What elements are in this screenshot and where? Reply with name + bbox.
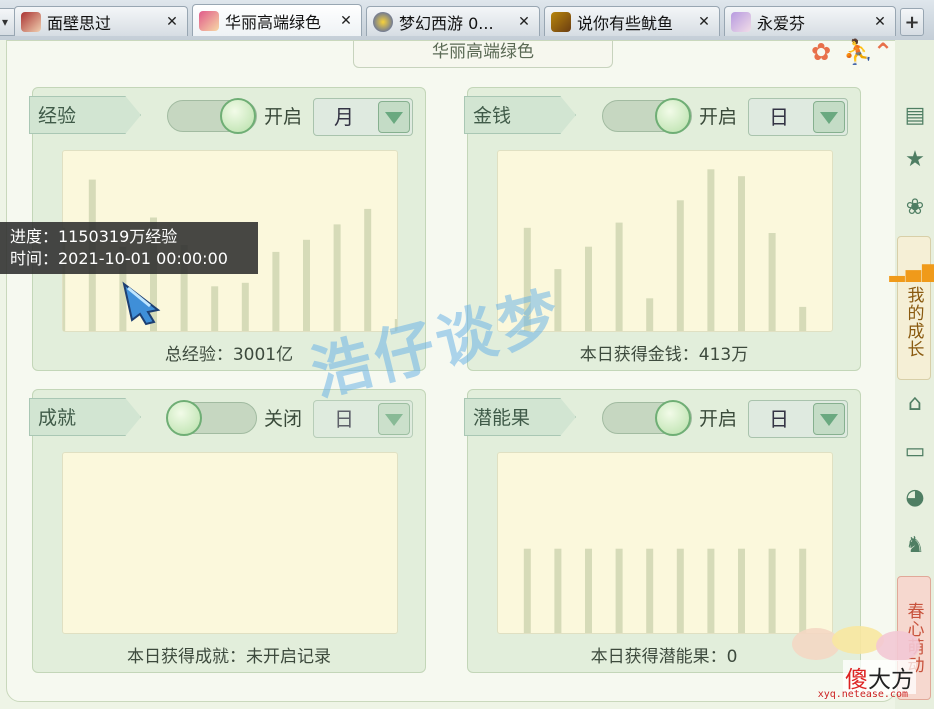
- chart-bar[interactable]: [585, 548, 592, 633]
- chart-bar[interactable]: [676, 200, 684, 331]
- sidebar-tab-my-growth[interactable]: ▂▄▆ 我的成长: [889, 236, 934, 380]
- chart-bar[interactable]: [738, 548, 745, 633]
- chart-bar[interactable]: [615, 548, 623, 633]
- tab-4[interactable]: 说你有些鱿鱼 ✕: [544, 6, 720, 36]
- dropdown-arrow-icon[interactable]: [813, 101, 845, 133]
- chart-bar[interactable]: [554, 548, 562, 633]
- potential-toggle-text: 开启: [699, 408, 738, 430]
- paw-icon[interactable]: ❀: [901, 194, 929, 222]
- chart-tooltip: 进度：1150319万经验 时间：2021-10-01 00:00:00: [0, 222, 258, 274]
- experience-label: 经验: [29, 96, 141, 134]
- signal-bars-icon: ▂▄▆: [889, 258, 934, 282]
- chat-bubble-icon[interactable]: ▤: [901, 102, 929, 130]
- achievement-toggle[interactable]: [166, 400, 257, 436]
- tab-3-close-icon[interactable]: ✕: [515, 14, 533, 30]
- potential-chart-svg: [523, 548, 807, 633]
- avatar-pink-hair-icon: [199, 10, 219, 31]
- achievement-today: 本日获得成就：未开启记录: [127, 647, 331, 667]
- collapse-chevron-icon[interactable]: ⌃: [873, 40, 893, 64]
- toggle-knob: [655, 98, 691, 134]
- tab-1-label: 面壁思过: [47, 13, 112, 33]
- brand-logo: 傻大方 xyq.netease.com: [786, 622, 934, 706]
- person-icon[interactable]: ⛹: [843, 40, 873, 64]
- tab-3[interactable]: 梦幻西游 0... ✕: [366, 6, 540, 36]
- achievement-chart-svg: [63, 453, 397, 633]
- tab-5-label: 永爱芬: [757, 13, 806, 33]
- potential-chart: [497, 452, 833, 634]
- chart-bar[interactable]: [523, 548, 531, 633]
- achievement-card: 成就 关闭 日 本日获得成就：未开启记录: [29, 389, 426, 673]
- chart-bar[interactable]: [707, 548, 715, 633]
- tooltip-time: 时间：2021-10-01 00:00:00: [10, 249, 228, 268]
- toggle-knob: [655, 400, 691, 436]
- chart-bar[interactable]: [615, 222, 623, 331]
- money-period-value: 日: [769, 105, 789, 129]
- chart-bar[interactable]: [646, 298, 654, 331]
- new-tab-button[interactable]: +: [900, 8, 924, 36]
- tab-3-label: 梦幻西游 0...: [399, 13, 494, 33]
- tooltip-progress: 进度：1150319万经验: [10, 227, 178, 246]
- tab-1-close-icon[interactable]: ✕: [163, 14, 181, 30]
- wardrobe-icon[interactable]: ▭: [901, 438, 929, 466]
- tab-4-close-icon[interactable]: ✕: [695, 14, 713, 30]
- palette-icon[interactable]: ◕: [901, 484, 929, 512]
- tab-2[interactable]: 华丽高端绿色 ✕: [192, 4, 362, 36]
- right-sidebar: ▤ ★ ❀ ▂▄▆ 我的成长 ⌂ ▭ ◕ ♞ 春心萌动: [889, 40, 934, 709]
- my-growth-label: 我的成长: [903, 286, 924, 358]
- money-label: 金钱: [464, 96, 576, 134]
- game-shield-icon: [373, 11, 393, 32]
- brand-url: xyq.netease.com: [817, 689, 908, 700]
- experience-period-value: 月: [334, 105, 354, 129]
- experience-period-select[interactable]: 月: [313, 98, 413, 136]
- avatar-gold-mask-icon: [551, 11, 571, 32]
- achievement-toggle-text: 关闭: [264, 408, 303, 430]
- tab-2-close-icon[interactable]: ✕: [337, 13, 355, 29]
- settings-gear-icon[interactable]: ✿: [811, 40, 831, 64]
- achievement-chart: [62, 452, 398, 634]
- chart-bar[interactable]: [768, 548, 776, 633]
- chart-bar[interactable]: [738, 176, 745, 331]
- avatar-purple-hair-icon: [731, 11, 751, 32]
- chart-bar[interactable]: [241, 282, 249, 331]
- house-icon[interactable]: ⌂: [901, 390, 929, 418]
- chart-bar[interactable]: [585, 246, 592, 331]
- tab-5-close-icon[interactable]: ✕: [871, 14, 889, 30]
- potential-period-select[interactable]: 日: [748, 400, 848, 438]
- experience-toggle-text: 开启: [264, 106, 303, 128]
- tab-5[interactable]: 永爱芬 ✕: [724, 6, 896, 36]
- chart-bar[interactable]: [707, 169, 715, 331]
- chart-bar[interactable]: [333, 224, 341, 331]
- money-period-select[interactable]: 日: [748, 98, 848, 136]
- game-cursor-icon: [122, 281, 161, 326]
- chart-bar[interactable]: [211, 286, 219, 331]
- potential-toggle[interactable]: [602, 400, 692, 436]
- dropdown-arrow-icon[interactable]: [813, 403, 845, 435]
- chart-bar[interactable]: [676, 548, 684, 633]
- star-icon[interactable]: ★: [901, 146, 929, 174]
- panel-title: 华丽高端绿色: [353, 41, 613, 68]
- browser-tab-bar: ▾ 面壁思过 ✕ 华丽高端绿色 ✕ 梦幻西游 0... ✕ 说你有些鱿鱼 ✕ 永…: [0, 0, 934, 41]
- chart-bar[interactable]: [768, 233, 776, 331]
- tab-2-label: 华丽高端绿色: [225, 12, 322, 32]
- dropdown-arrow-icon[interactable]: [378, 403, 410, 435]
- toggle-knob: [166, 400, 202, 436]
- toggle-knob: [220, 98, 256, 134]
- chart-bar[interactable]: [272, 251, 280, 331]
- dropdown-arrow-icon[interactable]: [378, 101, 410, 133]
- chart-bar[interactable]: [303, 239, 310, 331]
- potential-period-value: 日: [769, 407, 789, 431]
- tab-4-label: 说你有些鱿鱼: [577, 13, 674, 33]
- potential-label: 潜能果: [464, 398, 576, 436]
- achievement-label: 成就: [29, 398, 141, 436]
- experience-toggle[interactable]: [167, 98, 257, 134]
- chart-bar[interactable]: [646, 548, 654, 633]
- tab-1[interactable]: 面壁思过 ✕: [14, 6, 188, 36]
- money-toggle-text: 开启: [699, 106, 738, 128]
- chart-bar[interactable]: [799, 306, 807, 331]
- money-toggle[interactable]: [602, 98, 692, 134]
- shirt-icon[interactable]: ♞: [901, 532, 929, 560]
- avatar-red-hair-icon: [21, 11, 41, 32]
- chart-bar[interactable]: [799, 548, 807, 633]
